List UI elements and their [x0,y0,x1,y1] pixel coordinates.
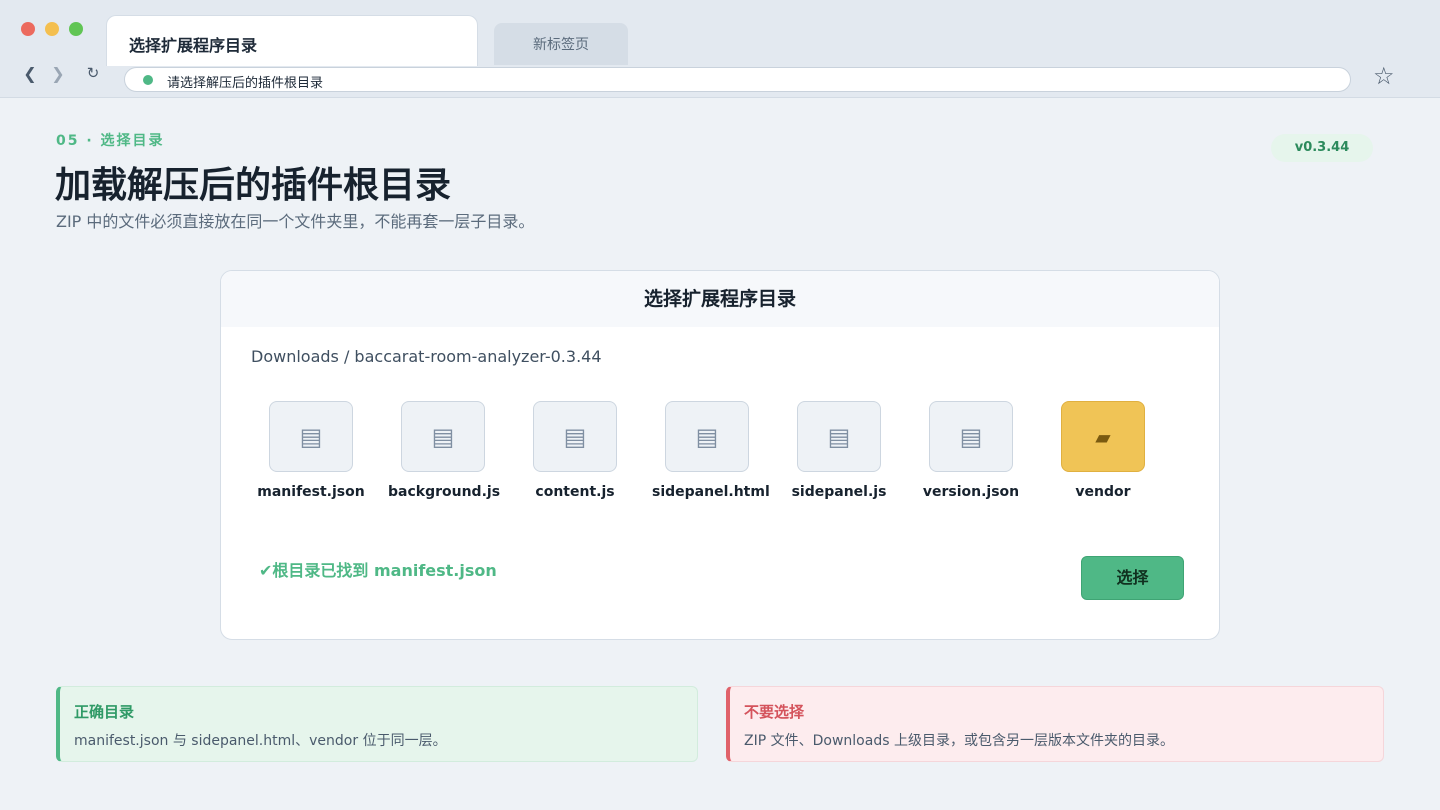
note-title: 不要选择 [744,703,805,721]
folder-picker-dialog: 选择扩展程序目录 Downloads / baccarat-room-analy… [220,270,1220,640]
dialog-title: 选择扩展程序目录 [221,271,1219,327]
forward-icon[interactable]: ❯ [48,64,68,83]
correct-directory-note: 正确目录 manifest.json 与 sidepanel.html、vend… [56,686,698,762]
back-icon[interactable]: ❮ [20,64,40,83]
version-badge: v0.3.44 [1271,134,1373,162]
tab-new[interactable]: 新标签页 [494,23,628,65]
close-window-icon[interactable] [21,22,35,36]
reload-icon[interactable]: ↻ [83,64,103,82]
address-text: 请选择解压后的插件根目录 [167,76,324,91]
file-name: sidepanel.js [791,484,887,500]
status-message: ✔根目录已找到 manifest.json [259,561,497,580]
note-text: ZIP 文件、Downloads 上级目录，或包含另一层版本文件夹的目录。 [744,733,1174,749]
note-title: 正确目录 [74,703,135,721]
file-item[interactable]: ▤ content.js [520,401,630,500]
file-icon: ▤ [269,401,353,472]
file-item[interactable]: ▤ background.js [388,401,501,500]
file-icon: ▤ [929,401,1013,472]
step-label: 05 · 选择目录 [56,133,165,149]
file-icon: ▤ [797,401,881,472]
file-name: content.js [535,484,615,500]
file-icon: ▤ [401,401,485,472]
file-name: version.json [922,484,1020,500]
star-icon[interactable]: ☆ [1373,62,1395,90]
select-button[interactable]: 选择 [1081,556,1184,600]
folder-icon: ▰ [1061,401,1145,472]
file-name: manifest.json [257,484,365,500]
folder-item[interactable]: ▰ vendor [1048,401,1158,500]
wrong-directory-note: 不要选择 ZIP 文件、Downloads 上级目录，或包含另一层版本文件夹的目… [726,686,1384,762]
file-icon: ▤ [533,401,617,472]
file-name: background.js [388,484,501,500]
file-item[interactable]: ▤ sidepanel.html [652,401,770,500]
file-item[interactable]: ▤ sidepanel.js [784,401,894,500]
file-item[interactable]: ▤ manifest.json [256,401,366,500]
folder-name: vendor [1075,484,1131,500]
note-text: manifest.json 与 sidepanel.html、vendor 位于… [74,733,447,749]
tab-active[interactable]: 选择扩展程序目录 [106,15,478,66]
page-title: 加载解压后的插件根目录 [55,165,452,206]
maximize-window-icon[interactable] [69,22,83,36]
file-icon: ▤ [665,401,749,472]
browser-chrome: 选择扩展程序目录 新标签页 ❮ ❯ ↻ 请选择解压后的插件根目录 ☆ [0,0,1440,98]
breadcrumb: Downloads / baccarat-room-analyzer-0.3.4… [251,347,602,366]
page-subtitle: ZIP 中的文件必须直接放在同一个文件夹里，不能再套一层子目录。 [56,212,535,231]
file-item[interactable]: ▤ version.json [916,401,1026,500]
file-name: sidepanel.html [652,484,770,500]
address-bar[interactable]: 请选择解压后的插件根目录 [124,67,1351,92]
minimize-window-icon[interactable] [45,22,59,36]
status-dot-icon [143,75,153,85]
